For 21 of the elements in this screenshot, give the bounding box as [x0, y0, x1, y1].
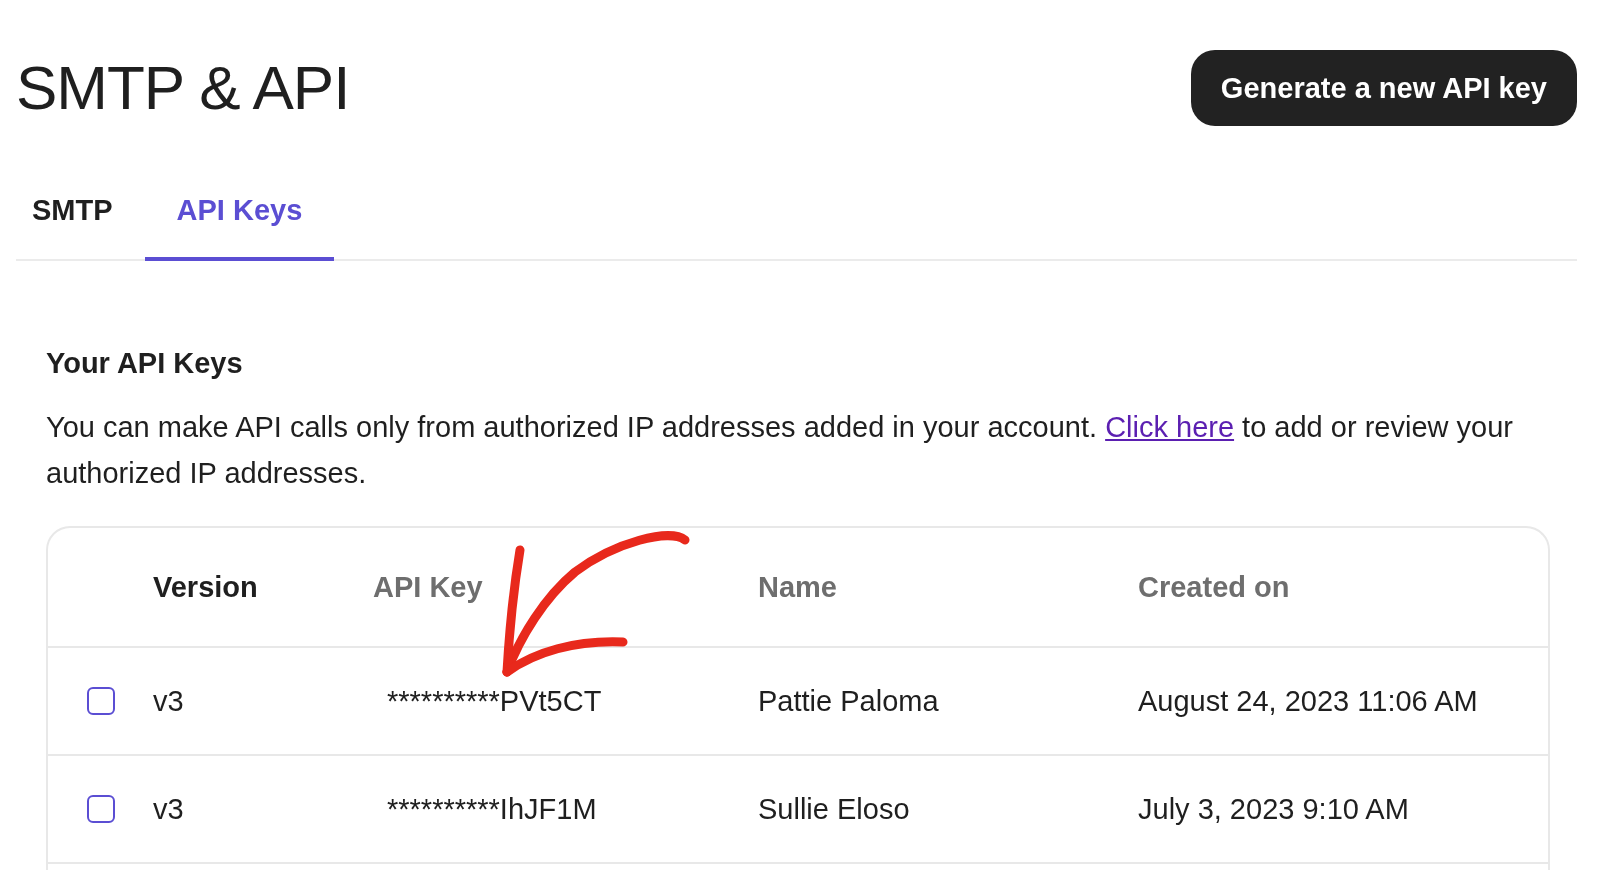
table-cell-text: **********IhJF1M [386, 792, 598, 826]
section-heading: Your API Keys [46, 347, 244, 380]
row-checkbox[interactable] [86, 687, 115, 715]
page-title: SMTP & API [16, 52, 350, 124]
table-cell-text: v3 [153, 684, 185, 718]
table-cell-text: August 24, 2023 11:06 AM [1138, 684, 1479, 718]
column-header[interactable]: Version [153, 570, 373, 604]
table-cell-text: Sullie Eloso [758, 792, 911, 826]
tab[interactable]: SMTP [32, 180, 145, 261]
table-cell-text: v3 [153, 792, 185, 826]
info-paragraph: You can make API calls only from authorized IP addresses added in your account. Click here to add or review your authorized IP addresses. [46, 410, 1514, 491]
table-cell-text: July 3, 2023 9:10 AM [1138, 792, 1410, 826]
column-header[interactable]: API Key [373, 570, 758, 604]
row-checkbox[interactable] [86, 795, 115, 823]
tab[interactable]: API Keys [144, 180, 335, 261]
table-cell-text: Pattie Paloma [758, 684, 940, 718]
column-header[interactable]: Name [758, 570, 1138, 604]
click-here-link[interactable]: Click here [1105, 411, 1235, 443]
column-header[interactable]: Created on [1138, 570, 1548, 604]
generate-api-key-button[interactable]: Generate a new API key [1190, 50, 1577, 126]
table-cell-text: **********PVt5CT [386, 684, 603, 718]
